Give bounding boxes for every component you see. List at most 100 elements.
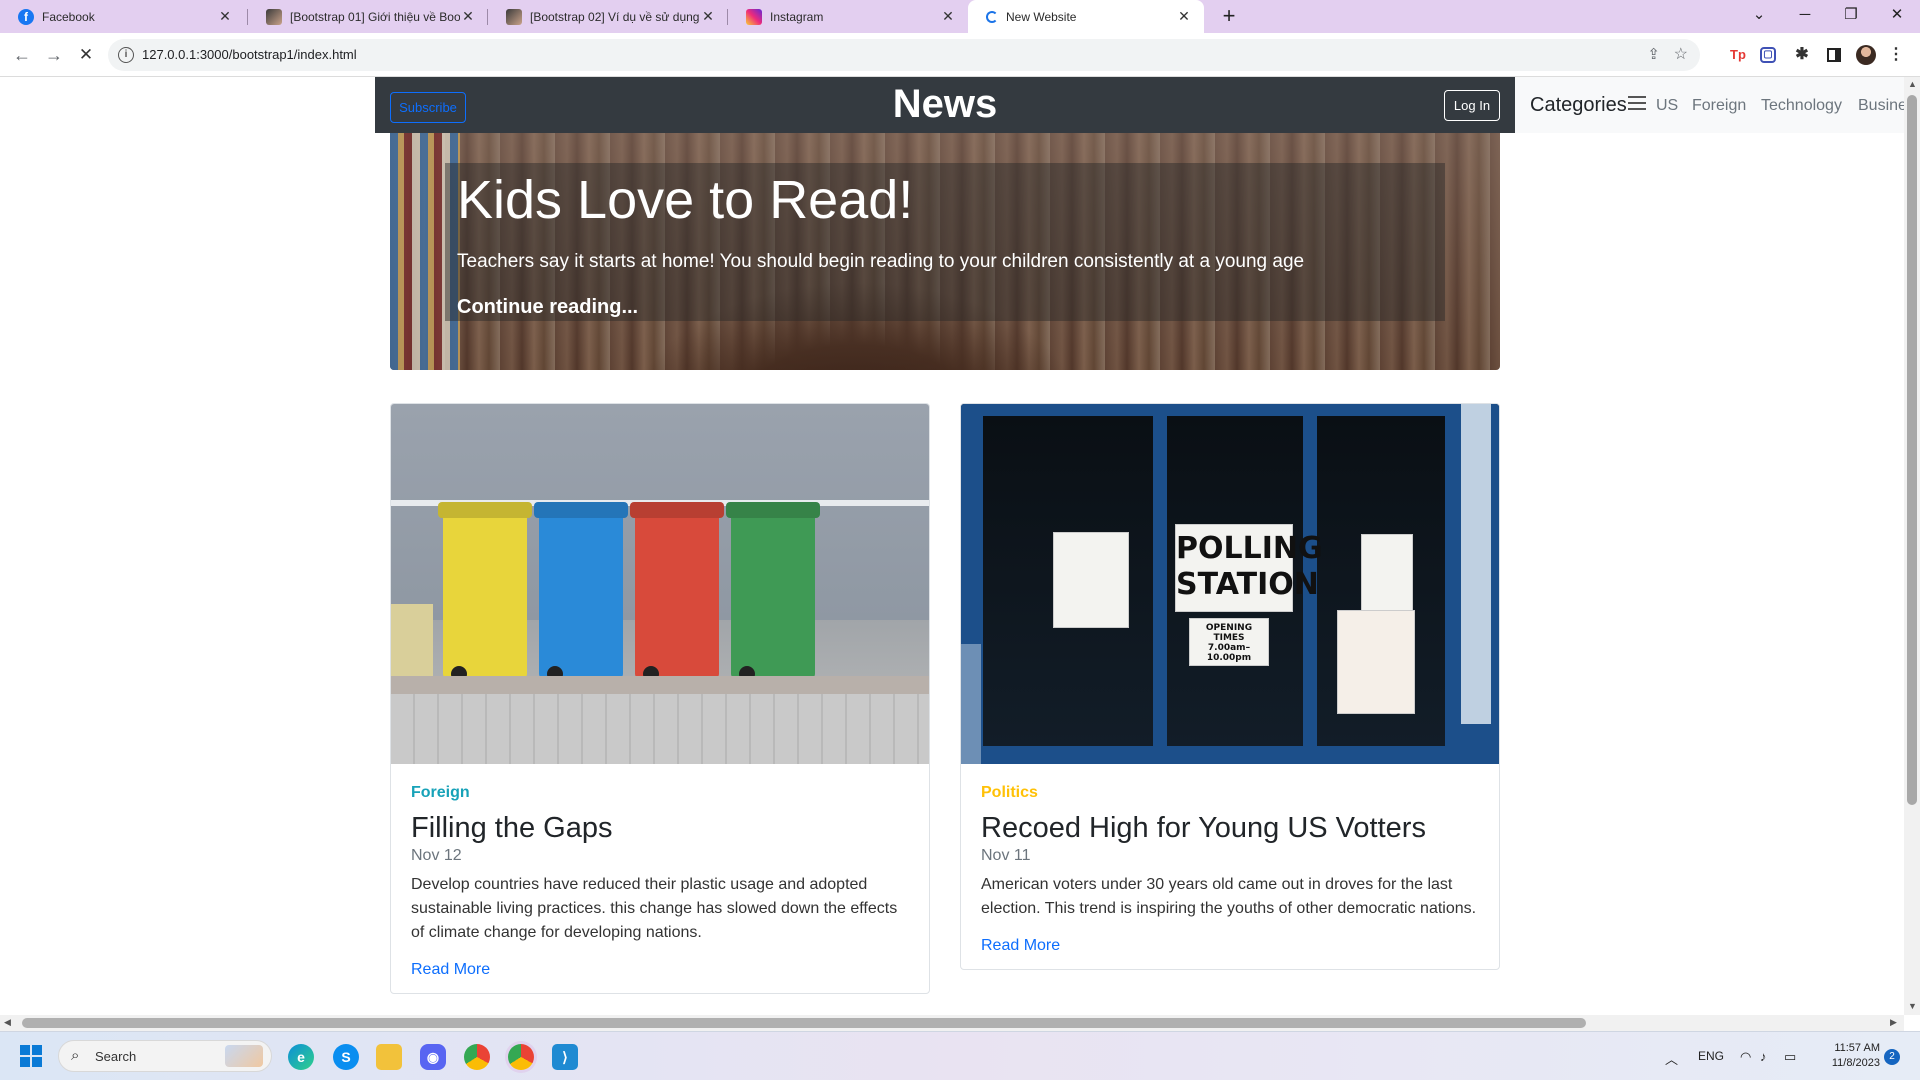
instagram-icon [746,8,762,25]
card-category[interactable]: Foreign [411,784,909,802]
window-light [961,644,981,764]
read-more-link[interactable]: Read More [411,961,490,979]
forward-arrow-icon[interactable]: → [40,41,68,69]
category-link-business[interactable]: Busine [1858,97,1904,115]
site-info-icon[interactable]: i [118,47,134,63]
live-happy-poster [1337,610,1415,714]
tab-strip: f Facebook ✕ [Bootstrap 01] Giới thiệu v… [0,0,1920,33]
edge-icon[interactable]: e [288,1044,314,1070]
article-card-foreign: Foreign Filling the Gaps Nov 12 Develop … [390,403,930,994]
puzzle-extensions-icon[interactable]: ✱ [1792,45,1812,65]
vertical-scrollbar[interactable]: ▲ ▼ [1904,77,1920,1015]
horizontal-scroll-thumb[interactable] [22,1018,1586,1028]
card-text: Develop countries have reduced their pla… [411,876,898,941]
notification-badge[interactable]: 2 [1884,1049,1900,1065]
discord-icon[interactable]: ◉ [420,1044,446,1070]
close-icon[interactable]: ✕ [1176,8,1192,25]
address-bar[interactable]: i 127.0.0.1:3000/bootstrap1/index.html ⇪… [108,39,1700,71]
vertical-scroll-thumb[interactable] [1907,95,1917,805]
tab-new-website[interactable]: New Website ✕ [968,0,1204,33]
share-icon[interactable]: ⇪ [1647,45,1660,63]
card-category[interactable]: Politics [981,784,1479,802]
categories-bar: Categories US Foreign Technology Busine [1515,77,1904,133]
read-more-link[interactable]: Read More [981,937,1060,955]
categories-title[interactable]: Categories [1530,94,1627,117]
tab-title: Facebook [42,9,95,24]
tab-instagram[interactable]: Instagram ✕ [728,0,968,33]
minimize-icon[interactable]: ─ [1782,0,1828,33]
tab-search-icon[interactable]: ⌄ [1736,0,1782,33]
opening-times-hours: 7.00am–10.00pm [1206,643,1252,663]
scroll-left-arrow-icon[interactable]: ◀ [4,1017,11,1028]
stop-loading-icon[interactable]: ✕ [72,41,100,69]
kebab-menu-icon[interactable]: ⋮ [1886,45,1906,65]
vscode-icon[interactable]: ⟩ [552,1044,578,1070]
top-navbar: Subscribe News Log In [375,77,1515,133]
site-brand[interactable]: News [375,82,1515,127]
chrome-active-icon[interactable] [508,1044,534,1070]
opening-times-sign: OPENING TIMES 7.00am–10.00pm [1189,618,1269,666]
browser-toolbar: ← → ✕ i 127.0.0.1:3000/bootstrap1/index.… [0,33,1920,77]
profile-avatar-icon[interactable] [1856,45,1876,65]
category-link-us[interactable]: US [1656,97,1678,115]
scroll-right-arrow-icon[interactable]: ▶ [1890,1017,1897,1028]
continue-reading-link[interactable]: Continue reading... [457,296,638,319]
notice-sign [1361,534,1413,614]
extension-copy-icon[interactable]: ▢ [1760,47,1776,63]
site-avatar-icon [506,8,522,25]
clock-time: 11:57 AM [1834,1042,1880,1054]
tab-bootstrap-01[interactable]: [Bootstrap 01] Giới thiệu về Boo ✕ [248,0,488,33]
curb [391,676,929,694]
taskbar-search[interactable]: ⌕ Search [58,1040,272,1072]
chrome-icon[interactable] [464,1044,490,1070]
tab-bootstrap-02[interactable]: [Bootstrap 02] Ví dụ về sử dụng ✕ [488,0,728,33]
bookmark-star-icon[interactable]: ☆ [1674,44,1688,64]
red-bin [635,502,719,682]
card-body: Foreign Filling the Gaps Nov 12 Develop … [391,764,929,993]
tray-chevron-icon[interactable]: ︿ [1665,1049,1678,1068]
wifi-icon[interactable]: ◠ [1740,1049,1751,1065]
language-indicator[interactable]: ENG [1698,1049,1724,1063]
volume-icon[interactable]: ♪ [1760,1049,1767,1064]
page-viewport: Subscribe News Log In Categories US Fore… [0,77,1904,1015]
category-link-foreign[interactable]: Foreign [1692,97,1746,115]
window-light [1461,404,1491,724]
close-icon[interactable]: ✕ [460,8,476,25]
yellow-bin [443,502,527,682]
clock-date: 11/8/2023 [1831,1057,1880,1069]
tp-extension-icon[interactable]: Tp [1728,45,1748,65]
category-link-technology[interactable]: Technology [1761,97,1842,115]
url-text[interactable]: 127.0.0.1:3000/bootstrap1/index.html [142,47,357,62]
loading-icon [986,10,998,23]
window-close-icon[interactable]: ✕ [1874,0,1920,33]
taskbar-clock[interactable]: 11:57 AM 11/8/2023 [1800,1041,1880,1071]
card-title: Recoed High for Young US Votters [981,812,1426,844]
article-card-politics: POLLING STATION OPENING TIMES 7.00am–10.… [960,403,1500,970]
side-panel-icon[interactable] [1824,45,1844,65]
hero-caption: Kids Love to Read! Teachers say it start… [445,163,1445,321]
blue-bin [539,502,623,682]
tab-title: New Website [1006,9,1077,24]
search-highlight-icon [225,1045,263,1067]
card-date: Nov 11 [981,847,1031,864]
tab-facebook[interactable]: f Facebook ✕ [0,0,245,33]
scroll-down-arrow-icon[interactable]: ▼ [1908,1001,1917,1011]
horizontal-scrollbar[interactable]: ◀ ▶ [0,1015,1904,1031]
close-icon[interactable]: ✕ [217,8,233,25]
skype-icon[interactable]: S [333,1044,359,1070]
close-icon[interactable]: ✕ [940,8,956,25]
green-bin [731,502,815,682]
windows-start-icon[interactable] [18,1044,44,1070]
card-body: Politics Recoed High for Young US Votter… [961,764,1499,969]
hamburger-menu-icon[interactable] [1628,96,1646,110]
back-arrow-icon[interactable]: ← [8,41,36,69]
scroll-up-arrow-icon[interactable]: ▲ [1908,79,1917,89]
login-button[interactable]: Log In [1444,90,1500,121]
battery-icon[interactable]: ▭ [1784,1049,1796,1065]
close-icon[interactable]: ✕ [700,8,716,25]
sign-line-2: STATION [1176,567,1319,602]
restore-icon[interactable]: ❐ [1828,0,1874,33]
new-tab-button[interactable]: + [1216,4,1242,30]
file-explorer-icon[interactable] [376,1044,402,1070]
site-avatar-icon [266,8,282,25]
